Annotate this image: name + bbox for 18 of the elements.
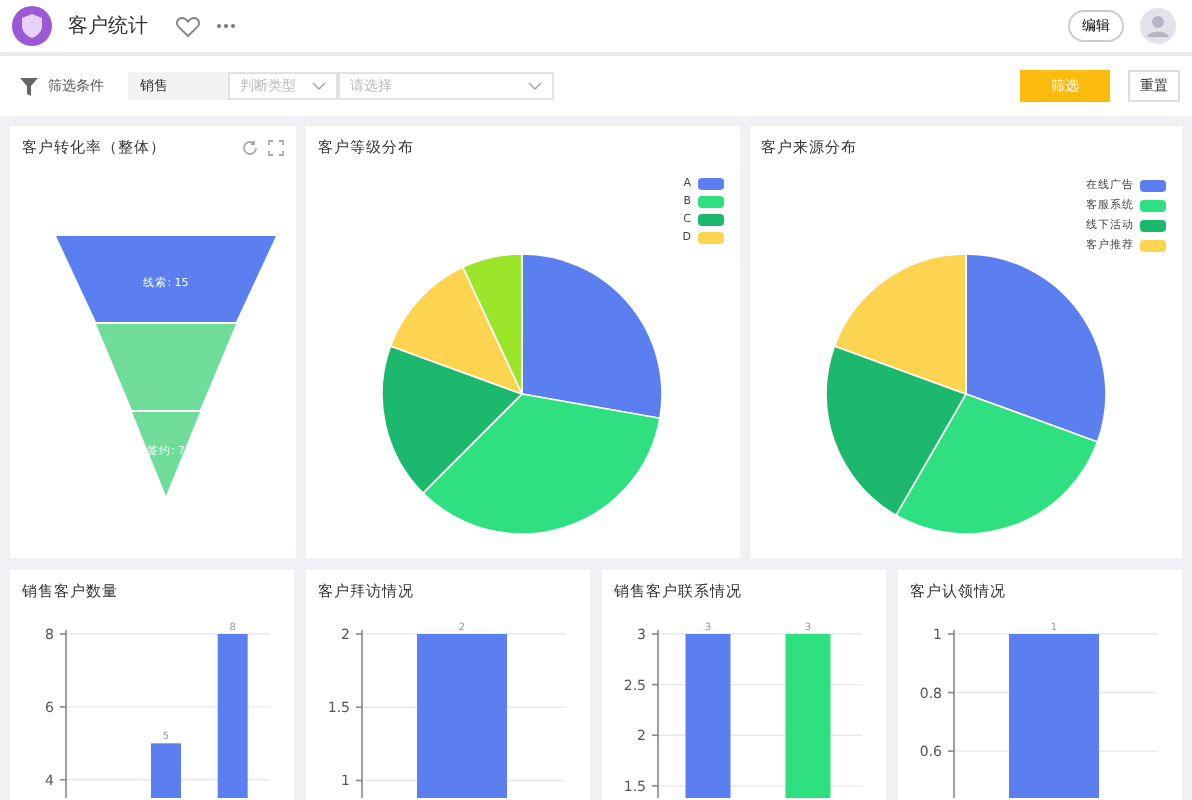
heart-icon[interactable] — [176, 15, 200, 37]
app-title: 客户统计 — [68, 13, 148, 40]
legend-swatch[interactable] — [697, 178, 723, 190]
chevron-down-icon — [528, 82, 542, 90]
more-icon[interactable] — [216, 22, 236, 30]
legend-swatch[interactable] — [1140, 179, 1166, 191]
shield-logo-icon — [12, 6, 52, 46]
filter-icon — [20, 77, 38, 95]
expand-icon[interactable] — [268, 140, 284, 156]
chevron-down-icon — [312, 82, 326, 90]
legend-swatch[interactable] — [1140, 239, 1166, 251]
legend-swatch[interactable] — [697, 232, 723, 244]
avatar-icon[interactable] — [1140, 8, 1176, 44]
refresh-icon[interactable] — [242, 140, 258, 156]
legend-swatch[interactable] — [1140, 199, 1166, 211]
legend-swatch[interactable] — [697, 214, 723, 226]
legend-swatch[interactable] — [697, 196, 723, 208]
legend-swatch[interactable] — [1140, 219, 1166, 231]
